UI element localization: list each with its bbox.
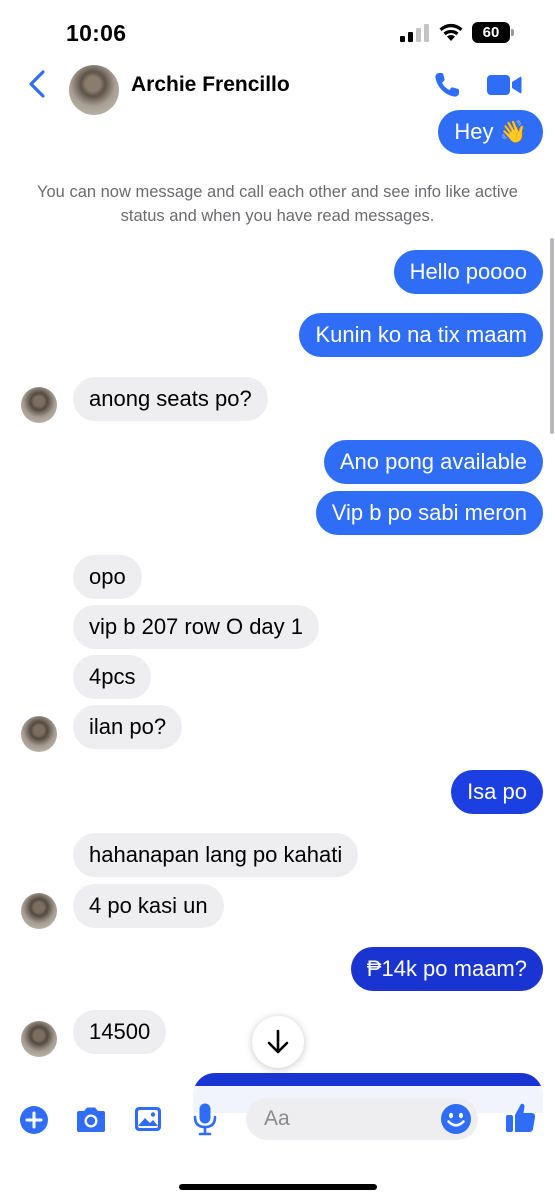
message-incoming[interactable]: anong seats po?	[73, 377, 268, 421]
sender-avatar[interactable]	[21, 716, 57, 752]
message-incoming[interactable]: ilan po?	[73, 705, 183, 749]
message-outgoing[interactable]: ₱14k po maam?	[350, 947, 543, 991]
sender-avatar[interactable]	[21, 1021, 57, 1057]
message-input[interactable]: Aa	[246, 1098, 478, 1140]
message-incoming[interactable]: 4pcs	[73, 655, 152, 699]
message-outgoing[interactable]: Vip b po sabi meron	[315, 491, 543, 535]
scroll-indicator	[550, 238, 554, 434]
cellular-signal-icon	[400, 24, 429, 42]
camera-icon[interactable]	[74, 1106, 108, 1134]
phone-icon[interactable]	[432, 70, 462, 100]
contact-name[interactable]: Archie Frencillo	[131, 73, 290, 97]
plus-circle-icon[interactable]	[19, 1105, 49, 1135]
battery-level: 60	[472, 22, 510, 43]
battery-tip	[511, 29, 514, 36]
message-outgoing[interactable]: Ano pong available	[323, 440, 543, 484]
thumbs-up-icon[interactable]	[504, 1101, 538, 1135]
message-composer: Aa	[0, 1086, 555, 1200]
chevron-left-icon[interactable]	[26, 70, 50, 98]
image-icon[interactable]	[133, 1104, 163, 1134]
microphone-icon[interactable]	[192, 1102, 218, 1136]
arrow-down-icon	[267, 1029, 289, 1054]
wifi-icon	[439, 23, 463, 41]
message-outgoing[interactable]: Isa po	[451, 770, 543, 814]
message-incoming[interactable]: opo	[73, 555, 142, 599]
message-input-placeholder: Aa	[264, 1107, 290, 1130]
message-incoming[interactable]: vip b 207 row O day 1	[73, 605, 320, 649]
contact-avatar[interactable]	[69, 65, 119, 115]
chat-header: Archie Frencillo	[0, 56, 555, 118]
message-incoming[interactable]: hahanapan lang po kahati	[73, 833, 359, 877]
battery-icon: 60	[472, 22, 514, 43]
message-outgoing[interactable]: Kunin ko na tix maam	[299, 313, 543, 357]
sender-avatar[interactable]	[21, 387, 57, 423]
home-indicator	[179, 1184, 377, 1190]
status-bar: 10:06 60	[0, 0, 555, 60]
connection-notice: You can now message and call each other …	[37, 183, 518, 225]
message-incoming[interactable]: 14500	[73, 1010, 167, 1054]
message-outgoing[interactable]: Hello poooo	[393, 250, 543, 294]
video-camera-icon[interactable]	[486, 72, 522, 98]
smiley-icon[interactable]	[438, 1101, 474, 1137]
message-outgoing[interactable]: Hey 👋	[438, 110, 543, 154]
message-incoming[interactable]: 4 po kasi un	[73, 884, 224, 928]
status-time: 10:06	[66, 20, 127, 46]
sender-avatar[interactable]	[21, 893, 57, 929]
scroll-to-bottom-button[interactable]	[252, 1016, 304, 1068]
